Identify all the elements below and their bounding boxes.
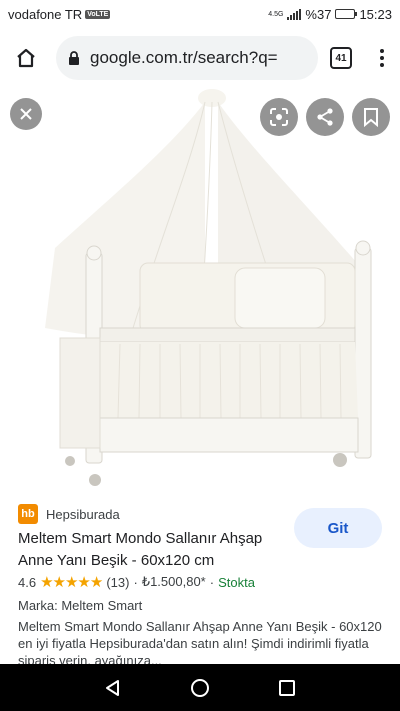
recents-icon[interactable] [277, 678, 297, 698]
review-count: (13) [106, 574, 130, 590]
crib-image [45, 89, 372, 486]
share-icon [317, 108, 333, 126]
address-bar[interactable]: google.com.tr/search?q= [56, 36, 318, 80]
result-card[interactable]: hb Hepsiburada Git Meltem Smart Mondo Sa… [0, 488, 400, 668]
back-icon[interactable] [103, 678, 123, 698]
price: ₺1.500,80* [141, 574, 206, 589]
source[interactable]: hb Hepsiburada [18, 504, 120, 524]
meta-separator-2: · [209, 574, 215, 590]
browser-toolbar: google.com.tr/search?q= 41 [0, 28, 400, 88]
stock-status: Stokta [218, 574, 255, 590]
tab-switcher-button[interactable]: 41 [330, 47, 352, 69]
meta-separator: · [133, 574, 138, 590]
hepsiburada-logo: hb [18, 504, 38, 524]
home-icon [17, 48, 35, 68]
rating-stars-icon: ★★★★★ [40, 574, 103, 591]
rating-value: 4.6 [18, 574, 37, 590]
product-image[interactable] [0, 88, 400, 488]
description: Meltem Smart Mondo Sallanır Ahşap Anne Y… [18, 619, 382, 668]
system-nav-bar [0, 664, 400, 711]
url-text: google.com.tr/search?q= [90, 48, 278, 67]
lock-icon [68, 50, 80, 66]
close-icon [20, 108, 32, 120]
lens-button[interactable] [260, 98, 298, 136]
clock: 15:23 [359, 6, 392, 22]
product-title[interactable]: Meltem Smart Mondo Sallanır Ahşap Anne Y… [18, 528, 288, 572]
source-name: Hepsiburada [46, 506, 120, 522]
more-options-icon[interactable] [372, 46, 392, 70]
status-right: 4.5G %37 15:23 [268, 7, 392, 22]
save-button[interactable] [352, 98, 390, 136]
carrier-name: vodafone TR [8, 6, 83, 22]
lens-icon [270, 108, 288, 126]
product-meta: 4.6 ★★★★★ (13) · ₺1.500,80* · Stokta [18, 573, 255, 591]
volte-badge: VoLTE [85, 9, 111, 19]
battery-icon [335, 9, 358, 19]
visit-button[interactable]: Git [294, 508, 382, 548]
network-type: 4.5G [268, 10, 284, 18]
carrier: vodafone TR VoLTE [8, 6, 111, 22]
signal-icon [287, 8, 302, 20]
home-circle-icon[interactable] [190, 678, 210, 698]
share-button[interactable] [306, 98, 344, 136]
bookmark-icon [364, 108, 378, 127]
brand: Marka: Meltem Smart [18, 598, 143, 613]
close-button[interactable] [10, 98, 42, 130]
home-button[interactable] [8, 40, 44, 76]
battery-percent: %37 [305, 6, 332, 22]
status-bar: vodafone TR VoLTE 4.5G %37 15:23 [0, 0, 400, 28]
